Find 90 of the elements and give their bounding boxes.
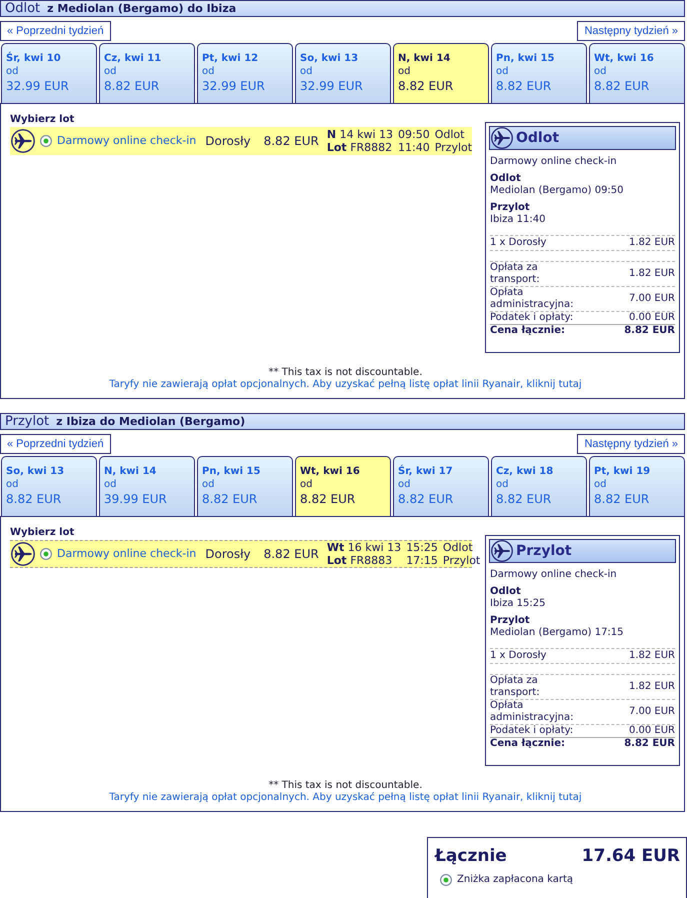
summary-title: Odlot	[516, 132, 560, 144]
fare-link[interactable]: Darmowy online check-in	[57, 547, 196, 561]
passenger-type: Dorosły	[205, 546, 251, 562]
flight-date: 16 kwi 13	[348, 541, 402, 554]
grand-total-amount: 17.64 EUR	[582, 845, 680, 867]
arrival-info: Mediolan (Bergamo) 17:15	[490, 627, 625, 639]
fare-price: 8.82 EUR	[264, 134, 319, 148]
fee-label: 1 x Dorosły	[490, 237, 546, 249]
day-tab[interactable]: So, kwi 13 od 8.82 EUR	[1, 456, 97, 516]
arrival-heading: Przylot	[490, 202, 531, 214]
departure-heading: Odlot	[490, 173, 522, 185]
fee-amount: 1.82 EUR	[628, 681, 675, 693]
section-label: Wybierz lot	[10, 527, 76, 539]
tax-note: ** This tax is not discountable.	[268, 780, 422, 791]
day-tab[interactable]: So, kwi 13 od 32.99 EUR	[295, 43, 391, 103]
fee-label: Opłata administracyjna:	[490, 287, 575, 311]
fee-label: 1 x Dorosły	[490, 650, 546, 662]
fare-name-text: Darmowy online check-in	[490, 569, 618, 581]
flight-day: N	[326, 128, 336, 141]
fare-price: 8.82 EUR	[264, 546, 319, 562]
flight-number: FR8882	[350, 141, 392, 154]
previous-week-button[interactable]: « Poprzedni tydzień	[0, 434, 111, 454]
next-week-button[interactable]: Następny tydzień »	[577, 434, 685, 454]
day-tab[interactable]: Śr, kwi 17 od 8.82 EUR	[393, 456, 489, 516]
fare-name-text: Darmowy online check-in	[490, 156, 618, 168]
day-tab[interactable]: Śr, kwi 10 od 32.99 EUR	[1, 43, 97, 103]
arrival-time: 17:15	[406, 554, 438, 567]
fare-link[interactable]: Darmowy online check-in	[57, 134, 196, 148]
day-tab[interactable]: Wt, kwi 16 od 8.82 EUR	[295, 456, 391, 516]
flight-date: 14 kwi 13	[340, 128, 393, 141]
departure-heading: Odlot	[490, 586, 522, 598]
fees-link[interactable]: Taryfy nie zawierają opłat opcjonalnych. Aby uzyskać pełną listę opłat linii Ryanair, kliknij tutaj	[109, 379, 582, 390]
fee-label: Opłata za transport:	[490, 675, 541, 699]
radio-button[interactable]	[40, 548, 52, 560]
summary-title: Przylot	[516, 545, 572, 557]
total-amount: 8.82 EUR	[624, 738, 675, 750]
fee-amount: 1.82 EUR	[628, 237, 675, 249]
fee-amount: 0.00 EUR	[628, 312, 675, 324]
airplane-icon	[11, 542, 35, 566]
section-title: Odlot	[5, 2, 40, 15]
tax-note: ** This tax is not discountable.	[268, 367, 422, 378]
fees-link[interactable]: Taryfy nie zawierają opłat opcjonalnych. Aby uzyskać pełną listę opłat linii Ryanair, kliknij tutaj	[109, 792, 582, 803]
grand-total-label: Łącznie	[435, 845, 507, 867]
fee-label: Podatek i opłaty:	[490, 725, 574, 737]
day-tab[interactable]: Cz, kwi 11 od 8.82 EUR	[99, 43, 195, 103]
arrival-heading: Przylot	[490, 615, 531, 627]
flight-number-label: Lot	[326, 141, 347, 154]
flight-number-label: Lot	[326, 554, 347, 567]
day-tab[interactable]: N, kwi 14 od 39.99 EUR	[99, 456, 195, 516]
fee-amount: 7.00 EUR	[628, 706, 675, 718]
discount-label: Zniżka zapłacona kartą	[457, 874, 573, 886]
day-tab[interactable]: Pt, kwi 19 od 8.82 EUR	[589, 456, 685, 516]
fee-amount: 7.00 EUR	[628, 293, 675, 305]
fee-label: Opłata za transport:	[490, 262, 541, 286]
flight-number: FR8883	[350, 554, 392, 567]
arrival-label: Przylot	[434, 141, 472, 154]
departure-label: Odlot	[434, 128, 466, 141]
total-label: Cena łącznie:	[490, 738, 566, 750]
day-tab[interactable]: Cz, kwi 18 od 8.82 EUR	[491, 456, 587, 516]
fee-label: Opłata administracyjna:	[490, 700, 575, 724]
departure-info: Ibiza 15:25	[490, 598, 546, 610]
total-label: Cena łącznie:	[490, 325, 566, 337]
radio-button[interactable]	[440, 874, 452, 886]
departure-info: Mediolan (Bergamo) 09:50	[490, 185, 625, 197]
fee-amount: 1.82 EUR	[628, 650, 675, 662]
arrival-time: 11:40	[398, 141, 430, 154]
fee-amount: 0.00 EUR	[628, 725, 675, 737]
departure-time: 09:50	[398, 128, 430, 141]
arrival-label: Przylot	[442, 554, 480, 567]
departure-time: 15:25	[406, 541, 438, 554]
arrival-info: Ibiza 11:40	[490, 214, 546, 226]
fee-label: Podatek i opłaty:	[490, 312, 574, 324]
day-tab[interactable]: Wt, kwi 16 od 8.82 EUR	[589, 43, 685, 103]
day-tab[interactable]: N, kwi 14 od 8.82 EUR	[393, 43, 489, 103]
route-text: z Mediolan (Bergamo) do Ibiza	[47, 3, 236, 14]
fee-amount: 1.82 EUR	[628, 268, 675, 280]
radio-button[interactable]	[40, 135, 52, 147]
day-tab[interactable]: Pt, kwi 12 od 32.99 EUR	[197, 43, 293, 103]
day-tab[interactable]: Pn, kwi 15 od 8.82 EUR	[197, 456, 293, 516]
total-amount: 8.82 EUR	[624, 325, 675, 337]
airplane-icon	[11, 129, 35, 153]
flight-day: Wt	[326, 541, 344, 554]
section-title: Przylot	[5, 415, 50, 428]
section-label: Wybierz lot	[10, 114, 76, 126]
previous-week-button[interactable]: « Poprzedni tydzień	[0, 21, 111, 41]
next-week-button[interactable]: Następny tydzień »	[577, 21, 685, 41]
day-tab[interactable]: Pn, kwi 15 od 8.82 EUR	[491, 43, 587, 103]
route-text: z Ibiza do Mediolan (Bergamo)	[56, 416, 246, 427]
passenger-type: Dorosły	[205, 134, 251, 148]
departure-label: Odlot	[442, 541, 474, 554]
